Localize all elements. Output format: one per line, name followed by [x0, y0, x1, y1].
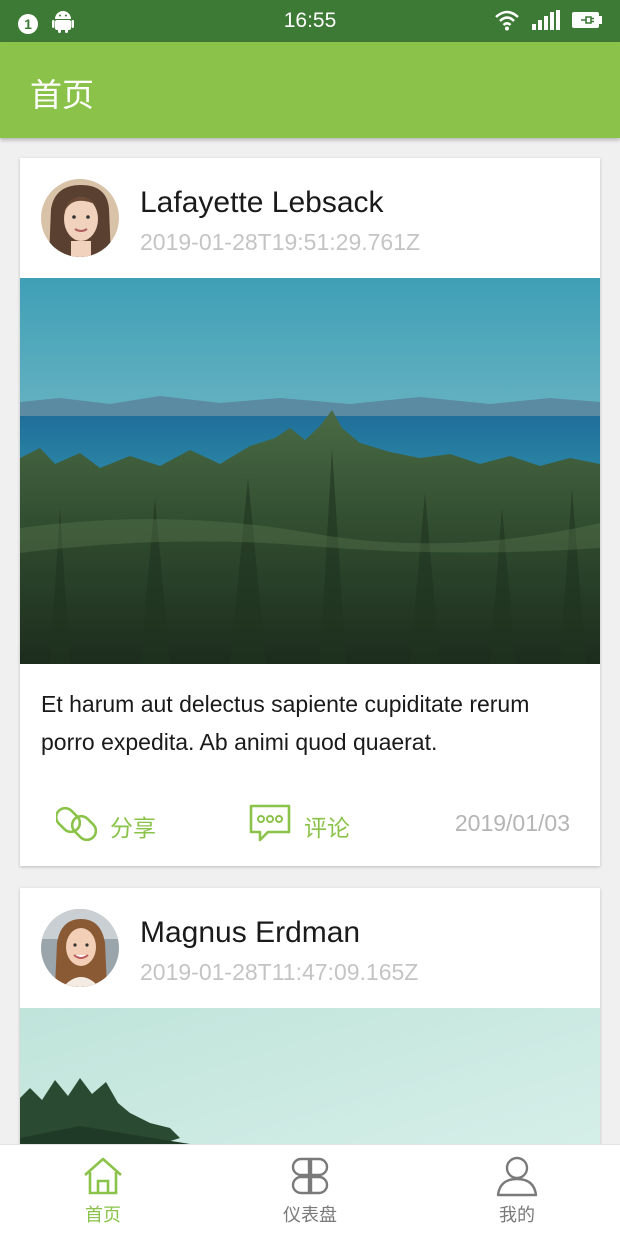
post-card[interactable]: Magnus Erdman 2019-01-28T11:47:09.165Z — [20, 888, 600, 1144]
status-bar: 1 16:55 — [0, 0, 620, 42]
author-name[interactable]: Magnus Erdman — [140, 916, 360, 950]
author-name[interactable]: Lafayette Lebsack — [140, 186, 384, 220]
post-timestamp: 2019-01-28T19:51:29.761Z — [140, 229, 421, 255]
post-date: 2019/01/03 — [454, 810, 570, 836]
page-title: 首页 — [30, 77, 95, 113]
comment-label: 评论 — [304, 815, 350, 841]
link-icon — [54, 803, 98, 849]
app-bar: 首页 — [0, 42, 620, 138]
bottom-navigation: 首页 仪表盘 我的 — [0, 1144, 620, 1241]
signal-icon — [532, 10, 560, 35]
avatar[interactable] — [41, 909, 119, 987]
comment-button[interactable]: 评论 — [248, 803, 350, 849]
battery-charging-icon — [572, 10, 602, 35]
post-image[interactable] — [20, 278, 600, 664]
nav-mine-label: 我的 — [499, 1205, 535, 1225]
nav-home-label: 首页 — [85, 1205, 121, 1225]
post-actions: 分享 评论 2019/01/03 — [20, 798, 600, 848]
post-body: Et harum aut delectus sapiente cupiditat… — [41, 691, 530, 755]
post-feed[interactable]: Lafayette Lebsack 2019-01-28T19:51:29.76… — [0, 138, 620, 1144]
avatar[interactable] — [41, 179, 119, 257]
post-timestamp: 2019-01-28T11:47:09.165Z — [140, 959, 419, 985]
dashboard-icon — [291, 1157, 329, 1195]
nav-dashboard-tab[interactable]: 仪表盘 — [250, 1155, 370, 1227]
nav-home-tab[interactable]: 首页 — [43, 1155, 163, 1227]
nav-mine-tab[interactable]: 我的 — [457, 1155, 577, 1227]
person-icon — [496, 1156, 538, 1197]
post-image[interactable] — [20, 1008, 600, 1144]
wifi-icon — [494, 9, 520, 36]
share-button[interactable]: 分享 — [54, 803, 156, 849]
post-card[interactable]: Lafayette Lebsack 2019-01-28T19:51:29.76… — [20, 158, 600, 866]
share-label: 分享 — [110, 815, 156, 841]
nav-dashboard-label: 仪表盘 — [283, 1205, 337, 1225]
home-icon — [84, 1157, 122, 1195]
comment-icon — [248, 803, 292, 849]
